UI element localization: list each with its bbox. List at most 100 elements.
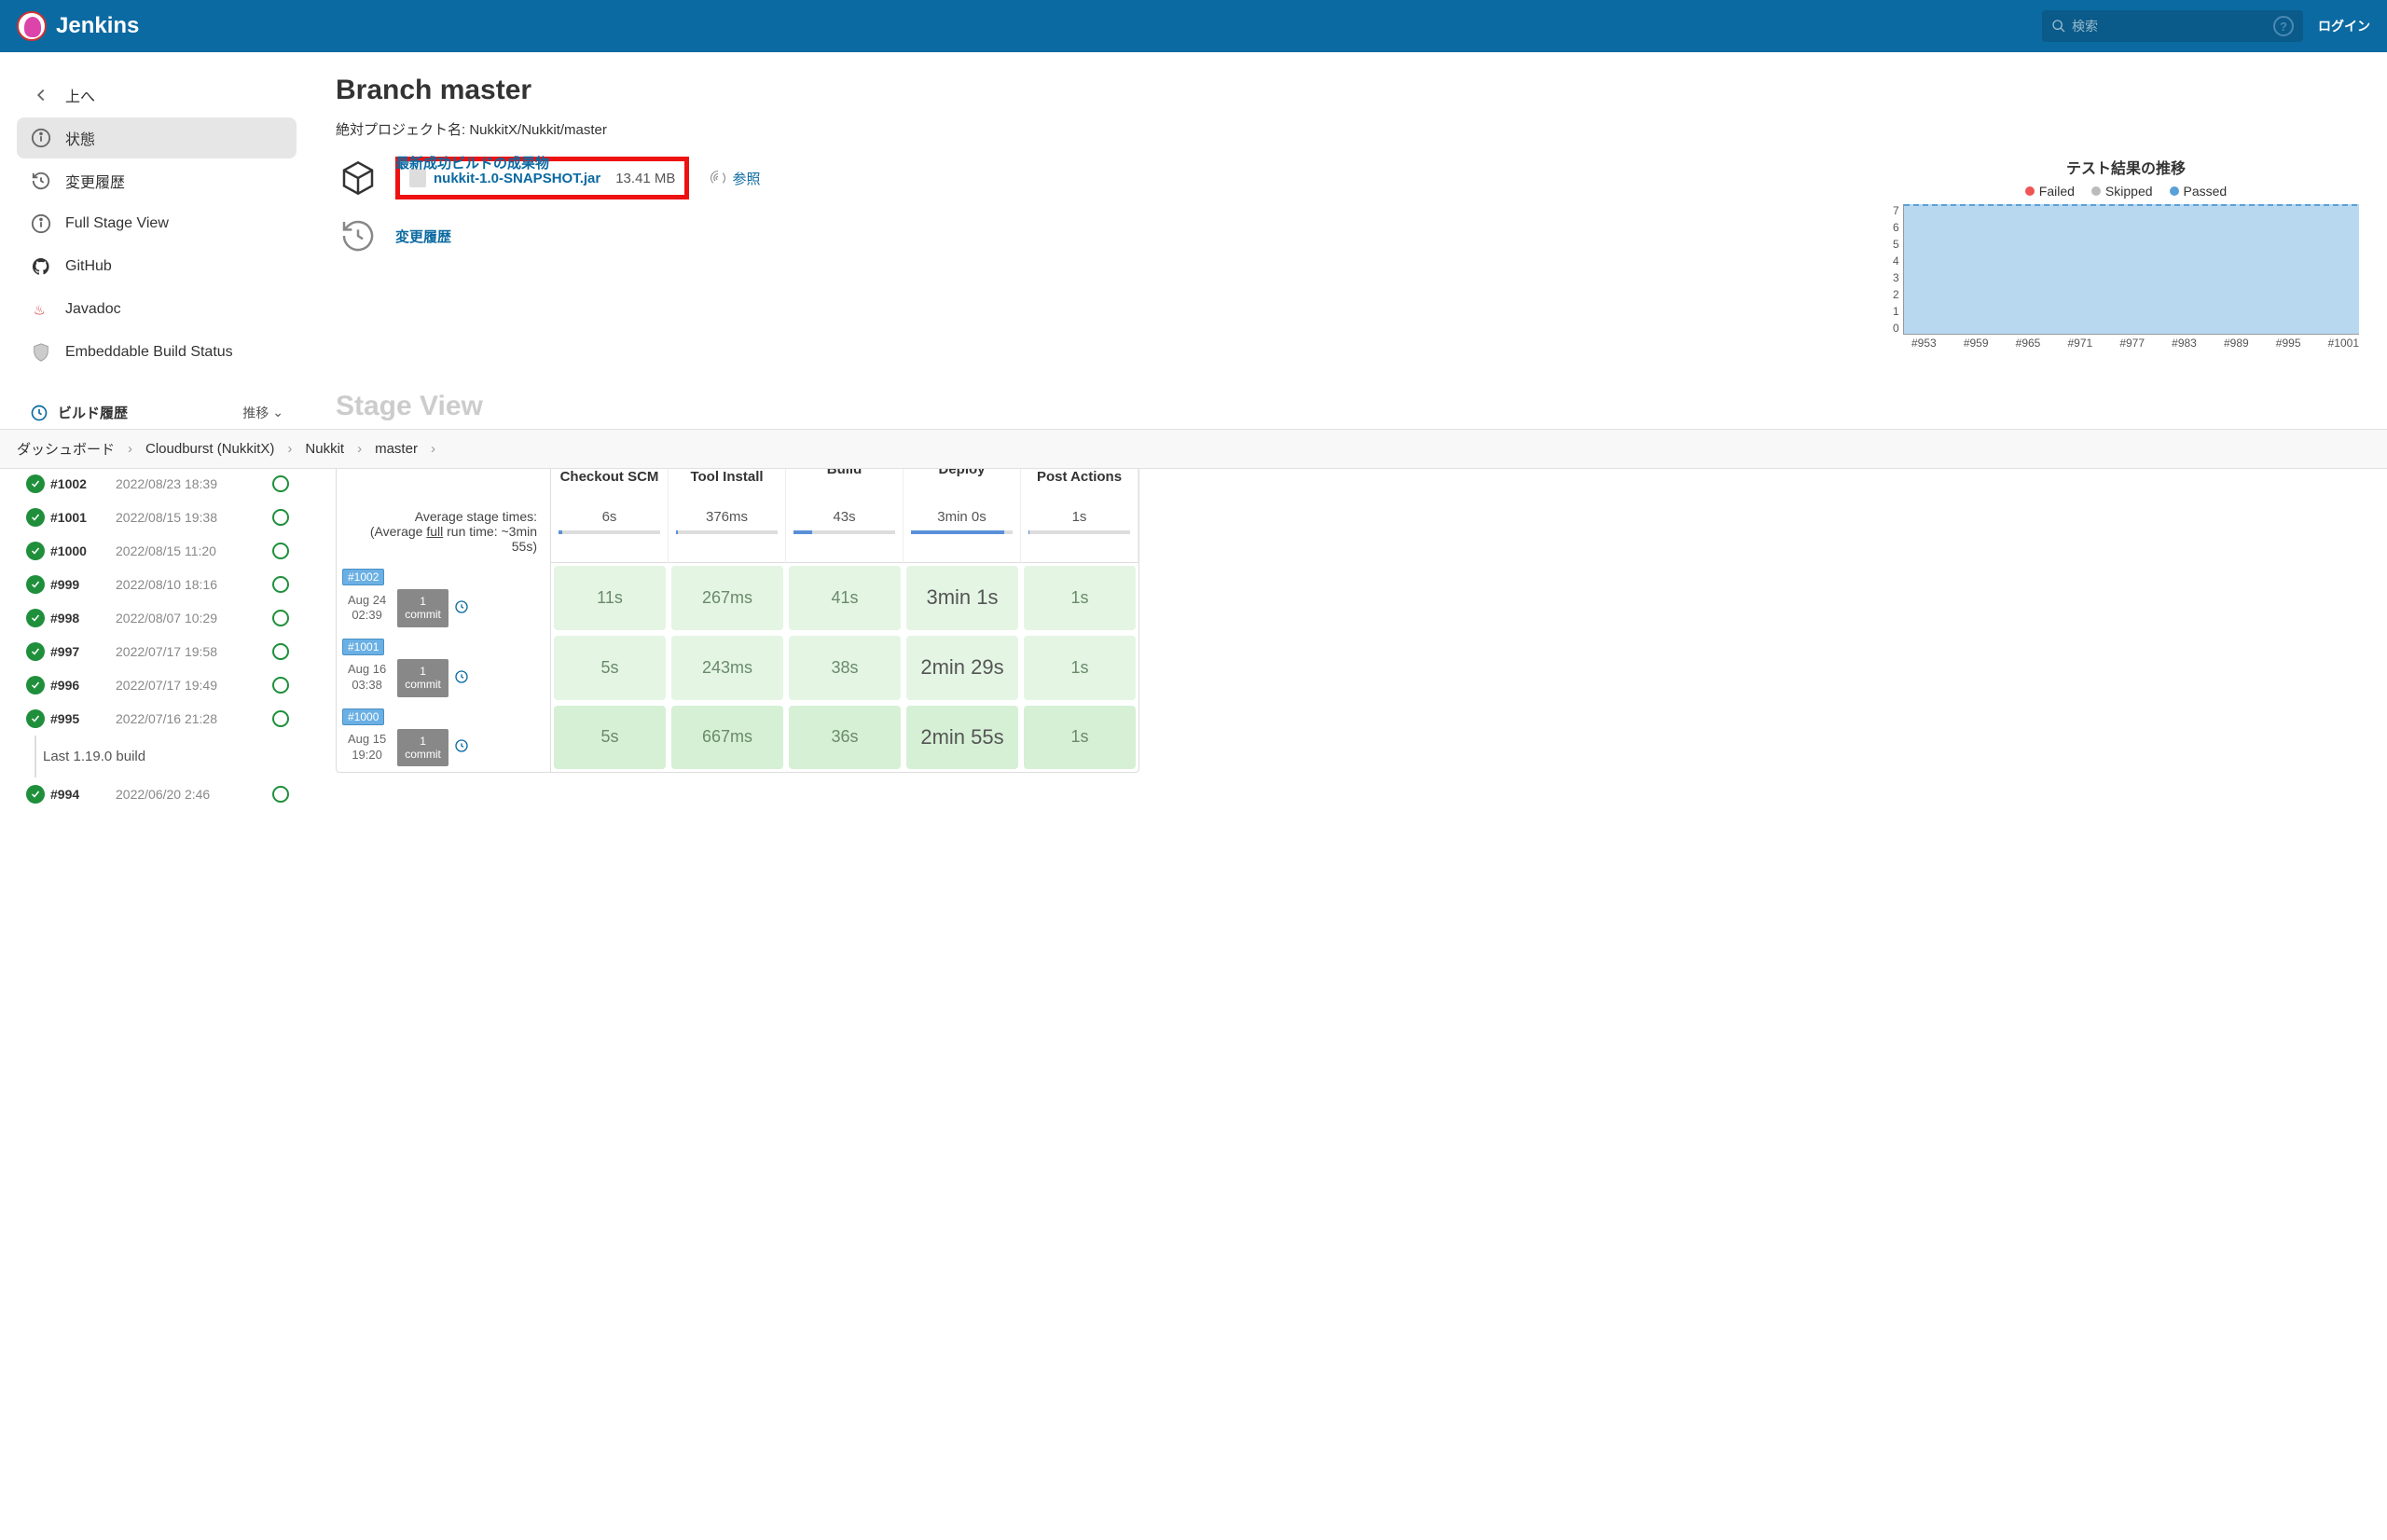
search-icon (2051, 19, 2066, 34)
build-row[interactable]: #995 2022/07/16 21:28 (17, 702, 297, 736)
sidebar-item-javadoc[interactable]: ♨ Javadoc (17, 289, 297, 330)
page-title: Branch master (336, 75, 2359, 106)
build-number: #997 (50, 644, 97, 659)
build-row[interactable]: #10022022/08/23 18:39 (17, 467, 297, 501)
artifacts-heading: 最新成功ビルドの成果物 (395, 153, 549, 172)
changes-icon[interactable] (454, 669, 469, 687)
sidebar-item-embeddable-build-status[interactable]: Embeddable Build Status (17, 332, 297, 373)
console-icon[interactable] (272, 543, 289, 559)
sidebar-item-label: 状態 (65, 127, 95, 149)
build-row[interactable]: #9992022/08/10 18:16 (17, 568, 297, 601)
avg-time-cell: 3min 0s (904, 500, 1021, 563)
stage-cell[interactable]: 3min 1s (906, 566, 1018, 630)
search-box[interactable]: ? (2042, 10, 2303, 42)
arrow-left-icon (30, 84, 52, 106)
breadcrumb: ダッシュボード › Cloudburst (NukkitX) › Nukkit … (0, 429, 2387, 469)
console-icon[interactable] (272, 677, 289, 694)
view-artifact-link[interactable]: 参照 (710, 169, 760, 188)
sidebar-item-状態[interactable]: 状態 (17, 117, 297, 158)
console-icon[interactable] (272, 576, 289, 593)
stage-cell[interactable]: 1s (1024, 636, 1136, 700)
info-icon (30, 127, 52, 149)
stage-cell[interactable]: 5s (554, 706, 666, 770)
chart-plot-area[interactable] (1903, 204, 2359, 335)
changes-icon[interactable] (454, 599, 469, 617)
trend-link[interactable]: 推移 ⌄ (242, 404, 283, 422)
chevron-down-icon: ⌄ (272, 405, 283, 420)
stage-cell[interactable]: 38s (789, 636, 901, 700)
sidebar-item-github[interactable]: GitHub (17, 246, 297, 287)
console-icon[interactable] (272, 610, 289, 626)
crumb-master[interactable]: master (375, 441, 418, 457)
build-row[interactable]: #9942022/06/20 2:46 (17, 777, 297, 811)
build-date: 2022/07/16 21:28 (116, 711, 217, 726)
success-icon (26, 508, 45, 527)
console-icon[interactable] (272, 710, 289, 727)
build-row[interactable]: #9982022/08/07 10:29 (17, 601, 297, 635)
logo[interactable]: Jenkins (17, 11, 139, 41)
stage-cell[interactable]: 1s (1024, 706, 1136, 770)
stage-cell[interactable]: 267ms (671, 566, 783, 630)
sidebar-item-full-stage-view[interactable]: Full Stage View (17, 203, 297, 244)
commit-count[interactable]: 1commit (397, 659, 448, 697)
help-icon[interactable]: ? (2273, 16, 2294, 36)
sidebar-item-変更履歴[interactable]: 変更履歴 (17, 160, 297, 201)
commit-count[interactable]: 1commit (397, 729, 448, 767)
crumb-nukkit[interactable]: Nukkit (305, 441, 344, 457)
build-badge[interactable]: #1002 (342, 569, 384, 585)
build-run-date: Aug 2402:39 (342, 591, 392, 626)
stage-row-header[interactable]: #1000Aug 1519:201commit (337, 703, 551, 773)
sidebar-item-label: 変更履歴 (65, 170, 125, 192)
stage-cell[interactable]: 41s (789, 566, 901, 630)
jenkins-icon (17, 11, 47, 41)
chevron-right-icon: › (431, 441, 435, 457)
stage-cell[interactable]: 5s (554, 636, 666, 700)
build-row[interactable]: #9962022/07/17 19:49 (17, 668, 297, 702)
build-badge[interactable]: #1001 (342, 639, 384, 655)
stage-cell[interactable]: 2min 29s (906, 636, 1018, 700)
sidebar-item-label: Javadoc (65, 301, 121, 318)
svg-text:♨: ♨ (34, 304, 46, 319)
build-number: #995 (50, 711, 97, 726)
success-icon (26, 642, 45, 661)
stage-row-header[interactable]: #1002 Aug 2402:391commit (337, 563, 551, 633)
commit-count[interactable]: 1commit (397, 589, 448, 627)
build-row[interactable]: #10002022/08/15 11:20 (17, 534, 297, 568)
changes-link[interactable]: 変更履歴 (395, 227, 451, 246)
stage-row-header[interactable]: #1001Aug 1603:381commit (337, 633, 551, 703)
chevron-right-icon: › (287, 441, 292, 457)
github-icon (30, 255, 52, 278)
history-icon (30, 170, 52, 192)
crumb-dashboard[interactable]: ダッシュボード (17, 439, 115, 459)
build-number: #1002 (50, 476, 97, 491)
build-date: 2022/07/17 19:49 (116, 678, 217, 693)
stage-cell[interactable]: 1s (1024, 566, 1136, 630)
stage-cell[interactable]: 2min 55s (906, 706, 1018, 770)
build-row[interactable]: #10012022/08/15 19:38 (17, 501, 297, 534)
avg-times-label: Average stage times:(Average full run ti… (337, 500, 551, 563)
stage-cell[interactable]: 36s (789, 706, 901, 770)
stage-cell[interactable]: 243ms (671, 636, 783, 700)
build-row[interactable]: #9972022/07/17 19:58 (17, 635, 297, 668)
build-badge[interactable]: #1000 (342, 708, 384, 725)
console-icon[interactable] (272, 643, 289, 660)
sidebar-item-上へ[interactable]: 上へ (17, 75, 297, 116)
builds-icon (30, 404, 48, 422)
console-icon[interactable] (272, 509, 289, 526)
success-icon (26, 785, 45, 804)
build-number: #1001 (50, 510, 97, 525)
build-number: #1000 (50, 543, 97, 558)
changes-icon[interactable] (454, 738, 469, 756)
login-link[interactable]: ログイン (2318, 17, 2370, 35)
artifact-name: nukkit-1.0-SNAPSHOT.jar (434, 171, 600, 186)
build-date: 2022/08/10 18:16 (116, 577, 217, 592)
console-icon[interactable] (272, 786, 289, 803)
crumb-cloudburst[interactable]: Cloudburst (NukkitX) (145, 441, 274, 457)
console-icon[interactable] (272, 475, 289, 492)
search-input[interactable] (2072, 19, 2268, 34)
stage-cell[interactable]: 11s (554, 566, 666, 630)
stage-view-title: Stage View (336, 391, 2359, 422)
info-icon (30, 213, 52, 235)
stage-cell[interactable]: 667ms (671, 706, 783, 770)
build-number: #998 (50, 611, 97, 626)
